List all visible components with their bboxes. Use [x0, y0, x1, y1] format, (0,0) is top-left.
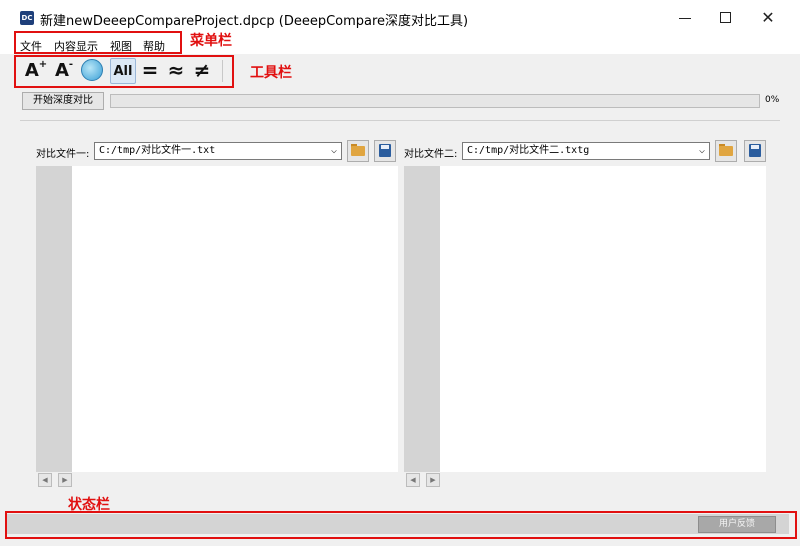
window-title: 新建newDeeepCompareProject.dpcp (DeeepComp… [40, 14, 469, 29]
close-button[interactable]: ✕ [753, 8, 783, 28]
save-disk-label-icon [751, 145, 759, 149]
right-file-label: 对比文件二: [404, 149, 458, 160]
user-feedback-button[interactable]: 用户反馈 [698, 516, 776, 533]
left-save-button[interactable] [374, 140, 396, 162]
app-window: DC 新建newDeeepCompareProject.dpcp (DeeepC… [0, 0, 800, 546]
compare-progress-bar [110, 94, 760, 108]
left-file-path: C:/tmp/对比文件一.txt [99, 145, 216, 156]
chevron-down-icon: ⌵ [330, 145, 337, 156]
toolbar-annotation-box [14, 55, 234, 88]
menubar-annotation-box [14, 31, 182, 54]
right-line-gutter [404, 166, 440, 472]
chevron-down-icon: ⌵ [698, 145, 705, 156]
status-bar [7, 514, 789, 534]
minimize-button[interactable] [670, 8, 700, 28]
scroll-right-icon[interactable]: ▶ [58, 473, 72, 487]
start-compare-button[interactable]: 开始深度对比 [22, 92, 104, 110]
left-line-gutter [36, 166, 72, 472]
progress-percent: 0% [765, 95, 780, 105]
folder-icon-body [351, 146, 365, 156]
right-horizontal-scrollbar[interactable]: ◀ ▶ [404, 472, 766, 487]
right-file-path: C:/tmp/对比文件二.txtg [467, 145, 590, 156]
right-compare-text-area[interactable] [404, 166, 766, 472]
scroll-left-icon[interactable]: ◀ [38, 473, 52, 487]
maximize-icon [720, 12, 731, 23]
scroll-left-icon[interactable]: ◀ [406, 473, 420, 487]
maximize-button[interactable] [710, 8, 740, 28]
left-open-button[interactable] [347, 140, 369, 162]
right-open-button[interactable] [715, 140, 737, 162]
scroll-right-icon[interactable]: ▶ [426, 473, 440, 487]
save-disk-label-icon [381, 145, 389, 149]
right-save-button[interactable] [744, 140, 766, 162]
left-file-combobox[interactable]: C:/tmp/对比文件一.txt ⌵ [94, 142, 342, 160]
app-logo-icon: DC [20, 11, 34, 25]
close-icon: ✕ [761, 8, 775, 27]
left-compare-text-area[interactable] [36, 166, 398, 472]
left-file-label: 对比文件一: [36, 149, 90, 160]
toolbar-annotation-label: 工具栏 [250, 65, 292, 81]
right-file-combobox[interactable]: C:/tmp/对比文件二.txtg ⌵ [462, 142, 710, 160]
left-horizontal-scrollbar[interactable]: ◀ ▶ [36, 472, 398, 487]
menubar-annotation-label: 菜单栏 [190, 33, 232, 49]
folder-icon-body [719, 146, 733, 156]
minimize-icon [679, 18, 691, 19]
divider [20, 120, 780, 121]
